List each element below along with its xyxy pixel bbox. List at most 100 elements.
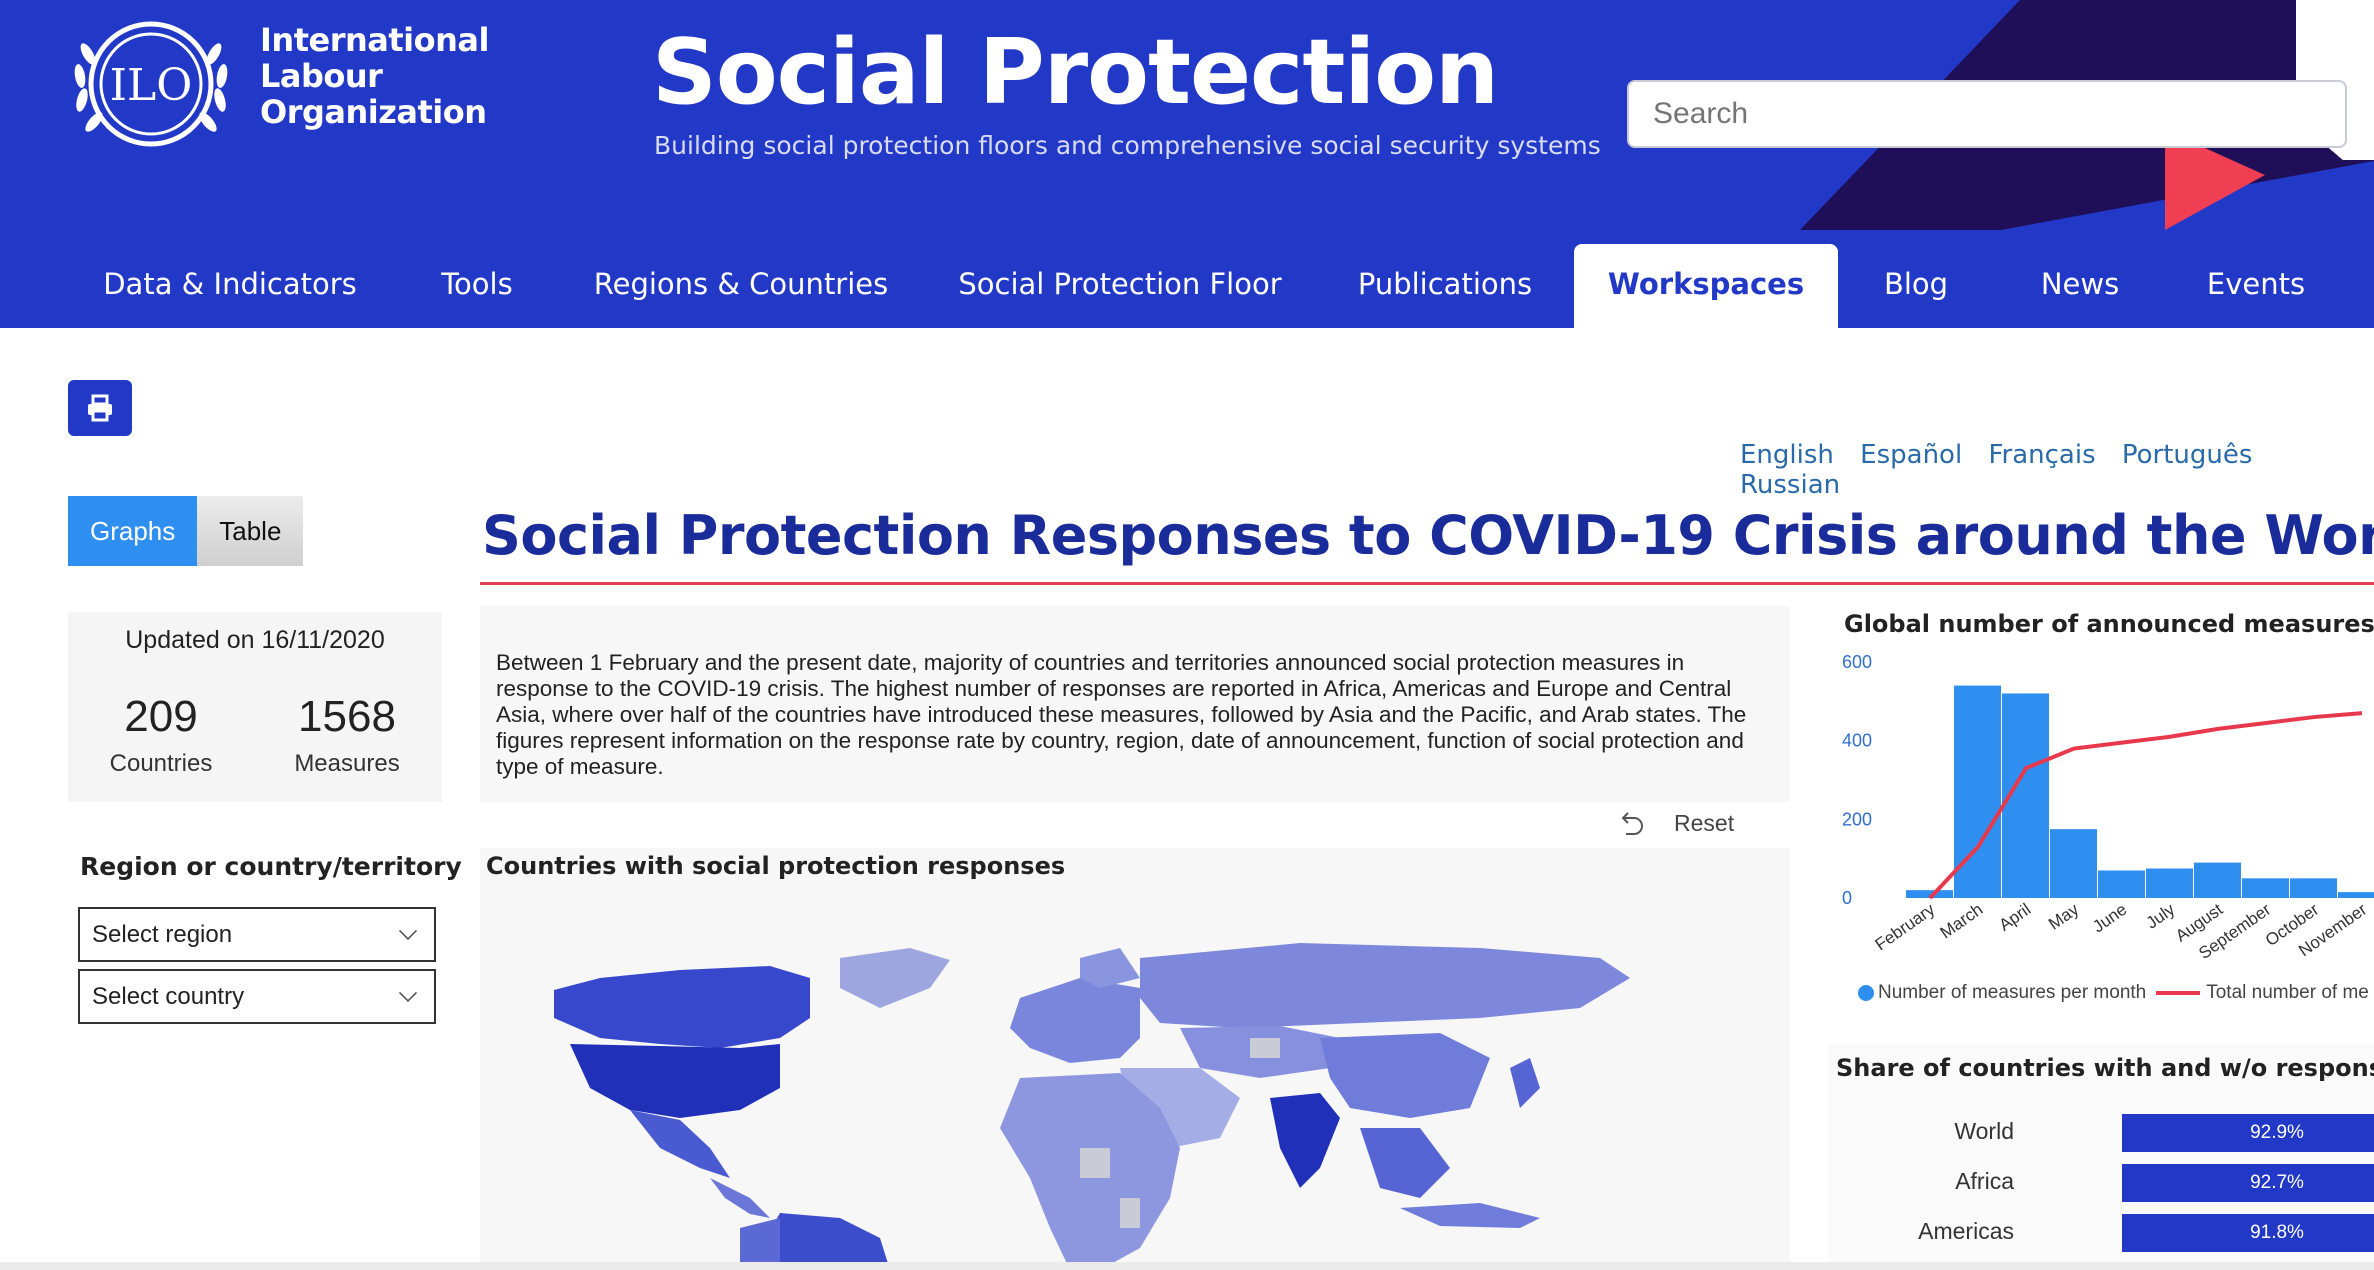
- bar-line-chart[interactable]: 0200400600FebruaryMarch April May June JulyA…: [1828, 598, 2374, 978]
- map-region-central-america: [710, 1178, 770, 1218]
- nav-data-indicators[interactable]: Data & Indicators: [88, 244, 372, 328]
- map-country-india: [1270, 1093, 1340, 1188]
- page-bottom-border: [0, 1262, 2374, 1270]
- share-row-americas: Americas 91.8%: [1828, 1214, 2374, 1252]
- title-divider: [480, 582, 2374, 585]
- org-name-line: International: [260, 21, 489, 59]
- nav-tools[interactable]: Tools: [420, 244, 534, 328]
- y-tick-label: 0: [1842, 888, 1852, 908]
- region-select-value: Select region: [92, 921, 233, 948]
- logo-text: ILO: [110, 60, 193, 111]
- nav-blog[interactable]: Blog: [1870, 244, 1962, 328]
- lang-francais[interactable]: Français: [1988, 440, 2095, 470]
- share-bar[interactable]: 91.8%: [2122, 1214, 2374, 1252]
- map-country-china: [1320, 1033, 1490, 1118]
- x-tick-label: February: [1872, 899, 1939, 954]
- map-country-russia: [1140, 943, 1630, 1028]
- map-country-usa: [570, 1044, 780, 1118]
- legend-line-label: Total number of me: [2206, 982, 2369, 1003]
- language-switcher: English Español Français Português Russi…: [1740, 440, 2374, 500]
- share-label: Africa: [1955, 1168, 2014, 1194]
- map-region-scandinavia: [1080, 948, 1140, 988]
- search-input[interactable]: [1627, 80, 2347, 148]
- measures-stat: 1568 Measures: [262, 692, 432, 778]
- legend-bars-label: Number of measures per month: [1878, 982, 2147, 1003]
- world-map[interactable]: [480, 848, 1790, 1270]
- printer-icon: [88, 394, 112, 422]
- nav-social-protection-floor[interactable]: Social Protection Floor: [950, 244, 1290, 328]
- table-tab[interactable]: Table: [197, 496, 304, 566]
- y-tick-label: 200: [1842, 809, 1872, 829]
- x-tick-label: April: [1996, 900, 2035, 935]
- site-title[interactable]: Social Protection: [652, 18, 1499, 128]
- share-chart-title: Share of countries with and w/o response…: [1836, 1054, 2374, 1082]
- countries-count: 209: [124, 692, 198, 741]
- share-row-world: World 92.9%: [1828, 1114, 2374, 1152]
- ilo-logo[interactable]: ILO: [66, 14, 236, 154]
- chart-legend: Number of measures per month Total numbe…: [1858, 982, 2369, 1004]
- org-name-line: Labour: [260, 57, 383, 95]
- reset-label: Reset: [1674, 809, 1735, 836]
- chart-bar[interactable]: [2194, 862, 2241, 898]
- countries-stat: 209 Countries: [76, 692, 246, 778]
- updated-date: Updated on 16/11/2020: [125, 626, 385, 654]
- x-tick-label: June: [2089, 900, 2130, 937]
- summary-stats: Updated on 16/11/2020 209 Countries 1568…: [68, 612, 442, 802]
- site-header: ILO International Labour Organization So…: [0, 0, 2374, 328]
- global-measures-chart: Global number of announced measures, by …: [1828, 598, 2374, 1020]
- map-country-japan: [1510, 1058, 1540, 1108]
- map-country-grey: [1120, 1198, 1140, 1228]
- page-title: Social Protection Responses to COVID-19 …: [482, 504, 2374, 567]
- chart-bar[interactable]: [2242, 878, 2289, 898]
- filter-title: Region or country/territory: [80, 852, 462, 881]
- share-label: World: [1954, 1118, 2014, 1144]
- share-bar[interactable]: 92.9%: [2122, 1114, 2374, 1152]
- map-country-grey: [1080, 1148, 1110, 1178]
- lang-russian[interactable]: Russian: [1740, 470, 1840, 500]
- nav-news[interactable]: News: [2030, 244, 2130, 328]
- legend-dot-icon: [1858, 985, 1874, 1001]
- share-bar[interactable]: 92.7%: [2122, 1164, 2374, 1202]
- x-tick-label: March: [1937, 900, 1987, 943]
- world-map-panel: Countries with social protection respons…: [480, 848, 1790, 1270]
- map-country-grey: [1250, 1038, 1280, 1058]
- main-navigation: Data & Indicators Tools Regions & Countr…: [0, 244, 2374, 328]
- chart-bar[interactable]: [2146, 868, 2193, 899]
- countries-label: Countries: [109, 750, 213, 777]
- x-tick-label: July: [2143, 899, 2179, 932]
- measures-label: Measures: [294, 750, 400, 777]
- nav-regions-countries[interactable]: Regions & Countries: [586, 244, 896, 328]
- x-tick-label: May: [2045, 899, 2083, 933]
- site-subtitle: Building social protection floors and co…: [654, 131, 1601, 160]
- chevron-down-icon: [398, 983, 418, 1003]
- graphs-tab[interactable]: Graphs: [68, 496, 198, 566]
- map-region-southeast-asia: [1360, 1128, 1450, 1198]
- map-country-canada: [554, 966, 810, 1048]
- region-select[interactable]: Select region: [78, 907, 436, 962]
- nav-workspaces[interactable]: Workspaces: [1574, 244, 1838, 328]
- chart-bar[interactable]: [2050, 829, 2097, 898]
- chevron-down-icon: [398, 921, 418, 941]
- country-select[interactable]: Select country: [78, 969, 436, 1024]
- y-tick-label: 600: [1842, 652, 1872, 672]
- share-countries-chart: Share of countries with and w/o response…: [1828, 1044, 2374, 1270]
- country-select-value: Select country: [92, 983, 245, 1010]
- chart-bar[interactable]: [2290, 878, 2337, 898]
- reset-button[interactable]: Reset: [1616, 808, 1734, 838]
- measures-count: 1568: [298, 692, 396, 741]
- organization-name: International Labour Organization: [260, 22, 489, 130]
- view-toggle: Graphs Table: [68, 496, 304, 566]
- chart-bar[interactable]: [2338, 892, 2374, 898]
- map-region-europe: [1010, 978, 1140, 1063]
- share-label: Americas: [1918, 1218, 2014, 1244]
- lang-portugues[interactable]: Português: [2122, 440, 2253, 470]
- print-button[interactable]: [68, 380, 132, 436]
- description-text: Between 1 February and the present date,…: [480, 606, 1790, 802]
- nav-events[interactable]: Events: [2200, 244, 2312, 328]
- map-country-greenland: [840, 948, 950, 1008]
- chart-bar[interactable]: [2098, 870, 2145, 898]
- lang-espanol[interactable]: Español: [1860, 440, 1962, 470]
- lang-english[interactable]: English: [1740, 440, 1834, 470]
- nav-publications[interactable]: Publications: [1340, 244, 1550, 328]
- share-row-africa: Africa 92.7%: [1828, 1164, 2374, 1202]
